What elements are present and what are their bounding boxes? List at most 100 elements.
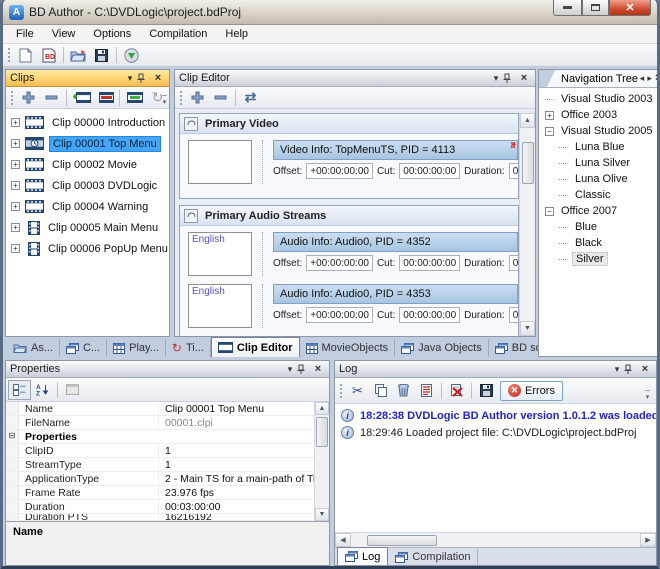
duration-input[interactable]: 0 bbox=[508, 307, 518, 323]
properties-header[interactable]: Properties ▾ × bbox=[6, 361, 329, 378]
property-row[interactable]: Frame Rate 23.976 fps bbox=[6, 486, 314, 500]
log-entry[interactable]: i 18:28:38 DVDLogic BD Author version 1.… bbox=[335, 407, 656, 424]
nav-tree-item[interactable]: − Office 2007 bbox=[539, 203, 657, 219]
pin-icon[interactable] bbox=[137, 73, 151, 84]
property-value[interactable]: 1 bbox=[159, 459, 314, 471]
tab-assets[interactable]: As... bbox=[7, 339, 61, 357]
clip-editor-vertical-scrollbar[interactable]: ▲ ▼ bbox=[519, 113, 535, 336]
delete-button[interactable] bbox=[392, 381, 415, 401]
menu-file[interactable]: File bbox=[7, 26, 43, 42]
window-menu-icon[interactable]: ▾ bbox=[489, 71, 503, 86]
navigation-tree-header[interactable]: Navigation Tree ◂ ▸ × bbox=[539, 70, 657, 88]
nav-tree-item[interactable]: Luna Olive bbox=[539, 171, 657, 187]
nav-tree-item[interactable]: Blue bbox=[539, 219, 657, 235]
clips-tree-item[interactable]: + Clip 00000 Introduction bbox=[6, 112, 169, 133]
video-info-bar[interactable]: Video Info: TopMenuTS, PID = 4113 }}} bbox=[273, 140, 518, 160]
remove-video-clip-button[interactable] bbox=[93, 88, 116, 108]
nav-tree-item[interactable]: Luna Blue bbox=[539, 139, 657, 155]
collapse-group-button[interactable] bbox=[184, 208, 198, 223]
offset-input[interactable]: +00:00:00:00 bbox=[306, 307, 373, 323]
select-all-button[interactable] bbox=[415, 381, 438, 401]
categorized-button[interactable] bbox=[8, 379, 31, 400]
errors-toggle-button[interactable]: ✕ Errors bbox=[500, 380, 563, 401]
tab-playlists[interactable]: Play... bbox=[107, 339, 166, 357]
tab-compilation[interactable]: Compilation bbox=[388, 549, 479, 565]
tab-titles[interactable]: ↻ Ti... bbox=[166, 339, 211, 357]
scroll-down-icon[interactable]: ▼ bbox=[520, 321, 535, 336]
minimize-button[interactable] bbox=[553, 0, 582, 16]
close-button[interactable]: ✕ bbox=[609, 0, 651, 16]
expand-icon[interactable]: + bbox=[11, 244, 20, 253]
toolbar-grip[interactable] bbox=[8, 48, 11, 62]
add-menu-clip-button[interactable] bbox=[123, 88, 146, 108]
scroll-down-icon[interactable]: ▼ bbox=[315, 508, 329, 521]
toolbar-grip[interactable] bbox=[180, 90, 183, 105]
scroll-up-icon[interactable]: ▲ bbox=[315, 402, 329, 415]
close-icon[interactable]: × bbox=[311, 362, 325, 377]
clips-tree-item[interactable]: + Clip 00003 DVDLogic bbox=[6, 175, 169, 196]
pin-icon[interactable] bbox=[503, 73, 517, 84]
add-stream-button[interactable] bbox=[186, 88, 209, 108]
menu-options[interactable]: Options bbox=[84, 26, 140, 42]
property-row-clipped[interactable]: Duration PTS 16216192 bbox=[6, 514, 314, 521]
clips-tree-item-selected[interactable]: + Clip 00001 Top Menu bbox=[6, 133, 169, 154]
property-value[interactable]: 00:03:00:00 bbox=[159, 501, 314, 513]
tab-clip-editor[interactable]: Clip Editor bbox=[210, 337, 300, 357]
scrollbar-thumb[interactable] bbox=[367, 534, 437, 546]
save-log-button[interactable] bbox=[475, 381, 498, 401]
collapse-group-button[interactable] bbox=[184, 116, 198, 131]
audio-thumbnail[interactable]: English bbox=[188, 284, 252, 328]
property-row[interactable]: Duration 00:03:00:00 bbox=[6, 500, 314, 514]
swap-streams-button[interactable]: ⇄ bbox=[239, 88, 262, 108]
scroll-up-icon[interactable]: ▲ bbox=[520, 113, 535, 128]
property-value[interactable]: 23.976 fps bbox=[159, 487, 314, 499]
property-value[interactable]: 1 bbox=[159, 445, 314, 457]
menu-view[interactable]: View bbox=[43, 26, 85, 42]
clips-tree-item[interactable]: + Clip 00005 Main Menu bbox=[6, 217, 169, 238]
menu-help[interactable]: Help bbox=[216, 26, 257, 42]
expand-icon[interactable]: + bbox=[545, 110, 554, 120]
log-entry[interactable]: i 18:29:46 Loaded project file: C:\DVDLo… bbox=[335, 424, 656, 441]
menu-compilation[interactable]: Compilation bbox=[140, 26, 216, 42]
property-value[interactable]: Clip 00001 Top Menu bbox=[159, 403, 314, 415]
audio-info-bar[interactable]: Audio Info: Audio0, PID = 4353 bbox=[273, 284, 518, 304]
cut-input[interactable]: 00:00:00:00 bbox=[399, 163, 461, 179]
collapse-icon[interactable]: − bbox=[545, 206, 554, 216]
property-row[interactable]: Name Clip 00001 Top Menu bbox=[6, 402, 314, 416]
nav-tree-item[interactable]: Black bbox=[539, 235, 657, 251]
cut-button[interactable]: ✂ bbox=[346, 381, 369, 401]
toolbar-overflow-icon[interactable]: ─ ▾ bbox=[645, 388, 650, 401]
toolbar-grip[interactable] bbox=[11, 90, 14, 105]
property-row[interactable]: StreamType 1 bbox=[6, 458, 314, 472]
window-menu-icon[interactable]: ▾ bbox=[123, 71, 137, 86]
close-icon[interactable]: × bbox=[517, 71, 531, 86]
scrollbar-thumb[interactable] bbox=[316, 417, 328, 447]
property-value[interactable]: 2 - Main TS for a main-path of Time bas bbox=[159, 473, 314, 485]
tab-clips[interactable]: C... bbox=[60, 339, 108, 357]
properties-vertical-scrollbar[interactable]: ▲ ▼ bbox=[314, 402, 329, 521]
offset-input[interactable]: +00:00:00:00 bbox=[306, 255, 373, 271]
nav-tree-item[interactable]: Classic bbox=[539, 187, 657, 203]
tab-java-objects[interactable]: Java Objects bbox=[395, 339, 489, 357]
cut-input[interactable]: 00:00:00:00 bbox=[399, 307, 461, 323]
scrollbar-thumb[interactable] bbox=[521, 142, 534, 184]
toolbar-overflow-icon[interactable]: ─ ▾ bbox=[162, 93, 167, 106]
nav-tree-item[interactable]: Luna Silver bbox=[539, 155, 657, 171]
window-menu-icon[interactable]: ▾ bbox=[283, 362, 297, 377]
nav-tree-item-selected[interactable]: Silver bbox=[539, 251, 657, 267]
close-icon[interactable]: × bbox=[151, 71, 165, 86]
remove-stream-button[interactable] bbox=[209, 88, 232, 108]
audio-thumbnail[interactable]: English bbox=[188, 232, 252, 276]
window-menu-icon[interactable]: ▾ bbox=[610, 362, 624, 377]
property-pages-button[interactable] bbox=[61, 380, 84, 400]
property-row[interactable]: ApplicationType 2 - Main TS for a main-pa… bbox=[6, 472, 314, 486]
add-clip-button[interactable] bbox=[17, 88, 40, 108]
clips-tree-item[interactable]: + Clip 00002 Movie bbox=[6, 154, 169, 175]
new-bd-project-button[interactable]: BD bbox=[37, 45, 60, 65]
close-icon[interactable]: × bbox=[638, 362, 652, 377]
toolbar-grip[interactable] bbox=[340, 383, 343, 398]
clips-panel-header[interactable]: Clips ▾ × bbox=[6, 70, 169, 87]
collapse-icon[interactable]: − bbox=[545, 126, 554, 136]
property-row[interactable]: ClipID 1 bbox=[6, 444, 314, 458]
collapse-icon[interactable]: ⊟ bbox=[6, 430, 19, 443]
